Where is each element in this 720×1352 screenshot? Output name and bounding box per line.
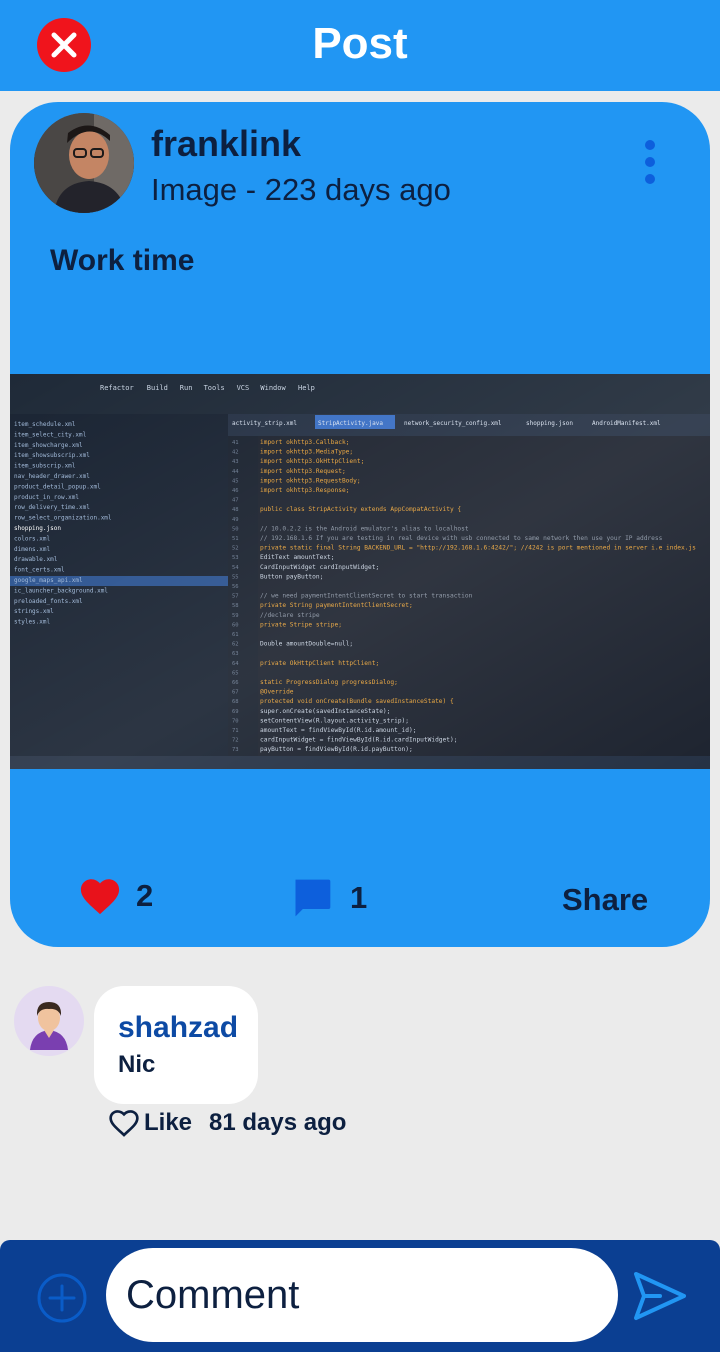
send-button[interactable] <box>630 1268 690 1324</box>
post-screen: Post franklink Image - 223 days ago Work… <box>0 0 720 1352</box>
more-vert-icon-dot <box>645 174 655 184</box>
author-name[interactable]: franklink <box>151 122 301 166</box>
ide-screenshot-photo: RefactorBuildRunToolsVCSWindowHelp activ… <box>10 374 710 769</box>
user-avatar-icon <box>30 1002 68 1050</box>
comment-text: Nic <box>118 1051 156 1078</box>
add-circle-icon <box>37 1273 87 1323</box>
app-header: Post <box>0 0 720 91</box>
comment-bubble: shahzad Nic <box>94 986 258 1104</box>
comment-input[interactable] <box>106 1248 618 1342</box>
post-text: Work time <box>50 244 195 277</box>
like-count: 2 <box>136 878 154 913</box>
like-button[interactable]: 2 <box>78 876 153 916</box>
heart-outline-icon <box>109 1110 139 1137</box>
post-actions: 2 1 Share <box>10 872 710 932</box>
comment-like-button[interactable]: Like <box>108 1108 192 1138</box>
post-image[interactable]: RefactorBuildRunToolsVCSWindowHelp activ… <box>10 374 710 769</box>
comment-timestamp: 81 days ago <box>209 1109 347 1136</box>
page-title: Post <box>312 19 408 68</box>
comment-like-label: Like <box>144 1109 193 1136</box>
add-attachment-button[interactable] <box>36 1272 88 1324</box>
comment-button[interactable]: 1 <box>290 876 367 920</box>
comment-author[interactable]: shahzad <box>118 1010 238 1046</box>
post-card: franklink Image - 223 days ago Work time <box>10 102 710 947</box>
send-icon <box>634 1272 686 1320</box>
chat-bubble-icon <box>295 879 331 917</box>
share-button[interactable]: Share <box>562 882 648 918</box>
post-meta: Image - 223 days ago <box>151 172 451 207</box>
commenter-avatar[interactable] <box>14 986 84 1056</box>
comment-count: 1 <box>350 880 368 915</box>
avatar-photo <box>34 113 134 213</box>
more-vert-icon-dot <box>645 157 655 167</box>
more-vert-icon <box>645 140 655 150</box>
more-options-button[interactable] <box>640 140 660 184</box>
comment-composer <box>0 1240 720 1352</box>
heart-filled-icon <box>80 879 120 915</box>
author-avatar[interactable] <box>34 113 134 213</box>
